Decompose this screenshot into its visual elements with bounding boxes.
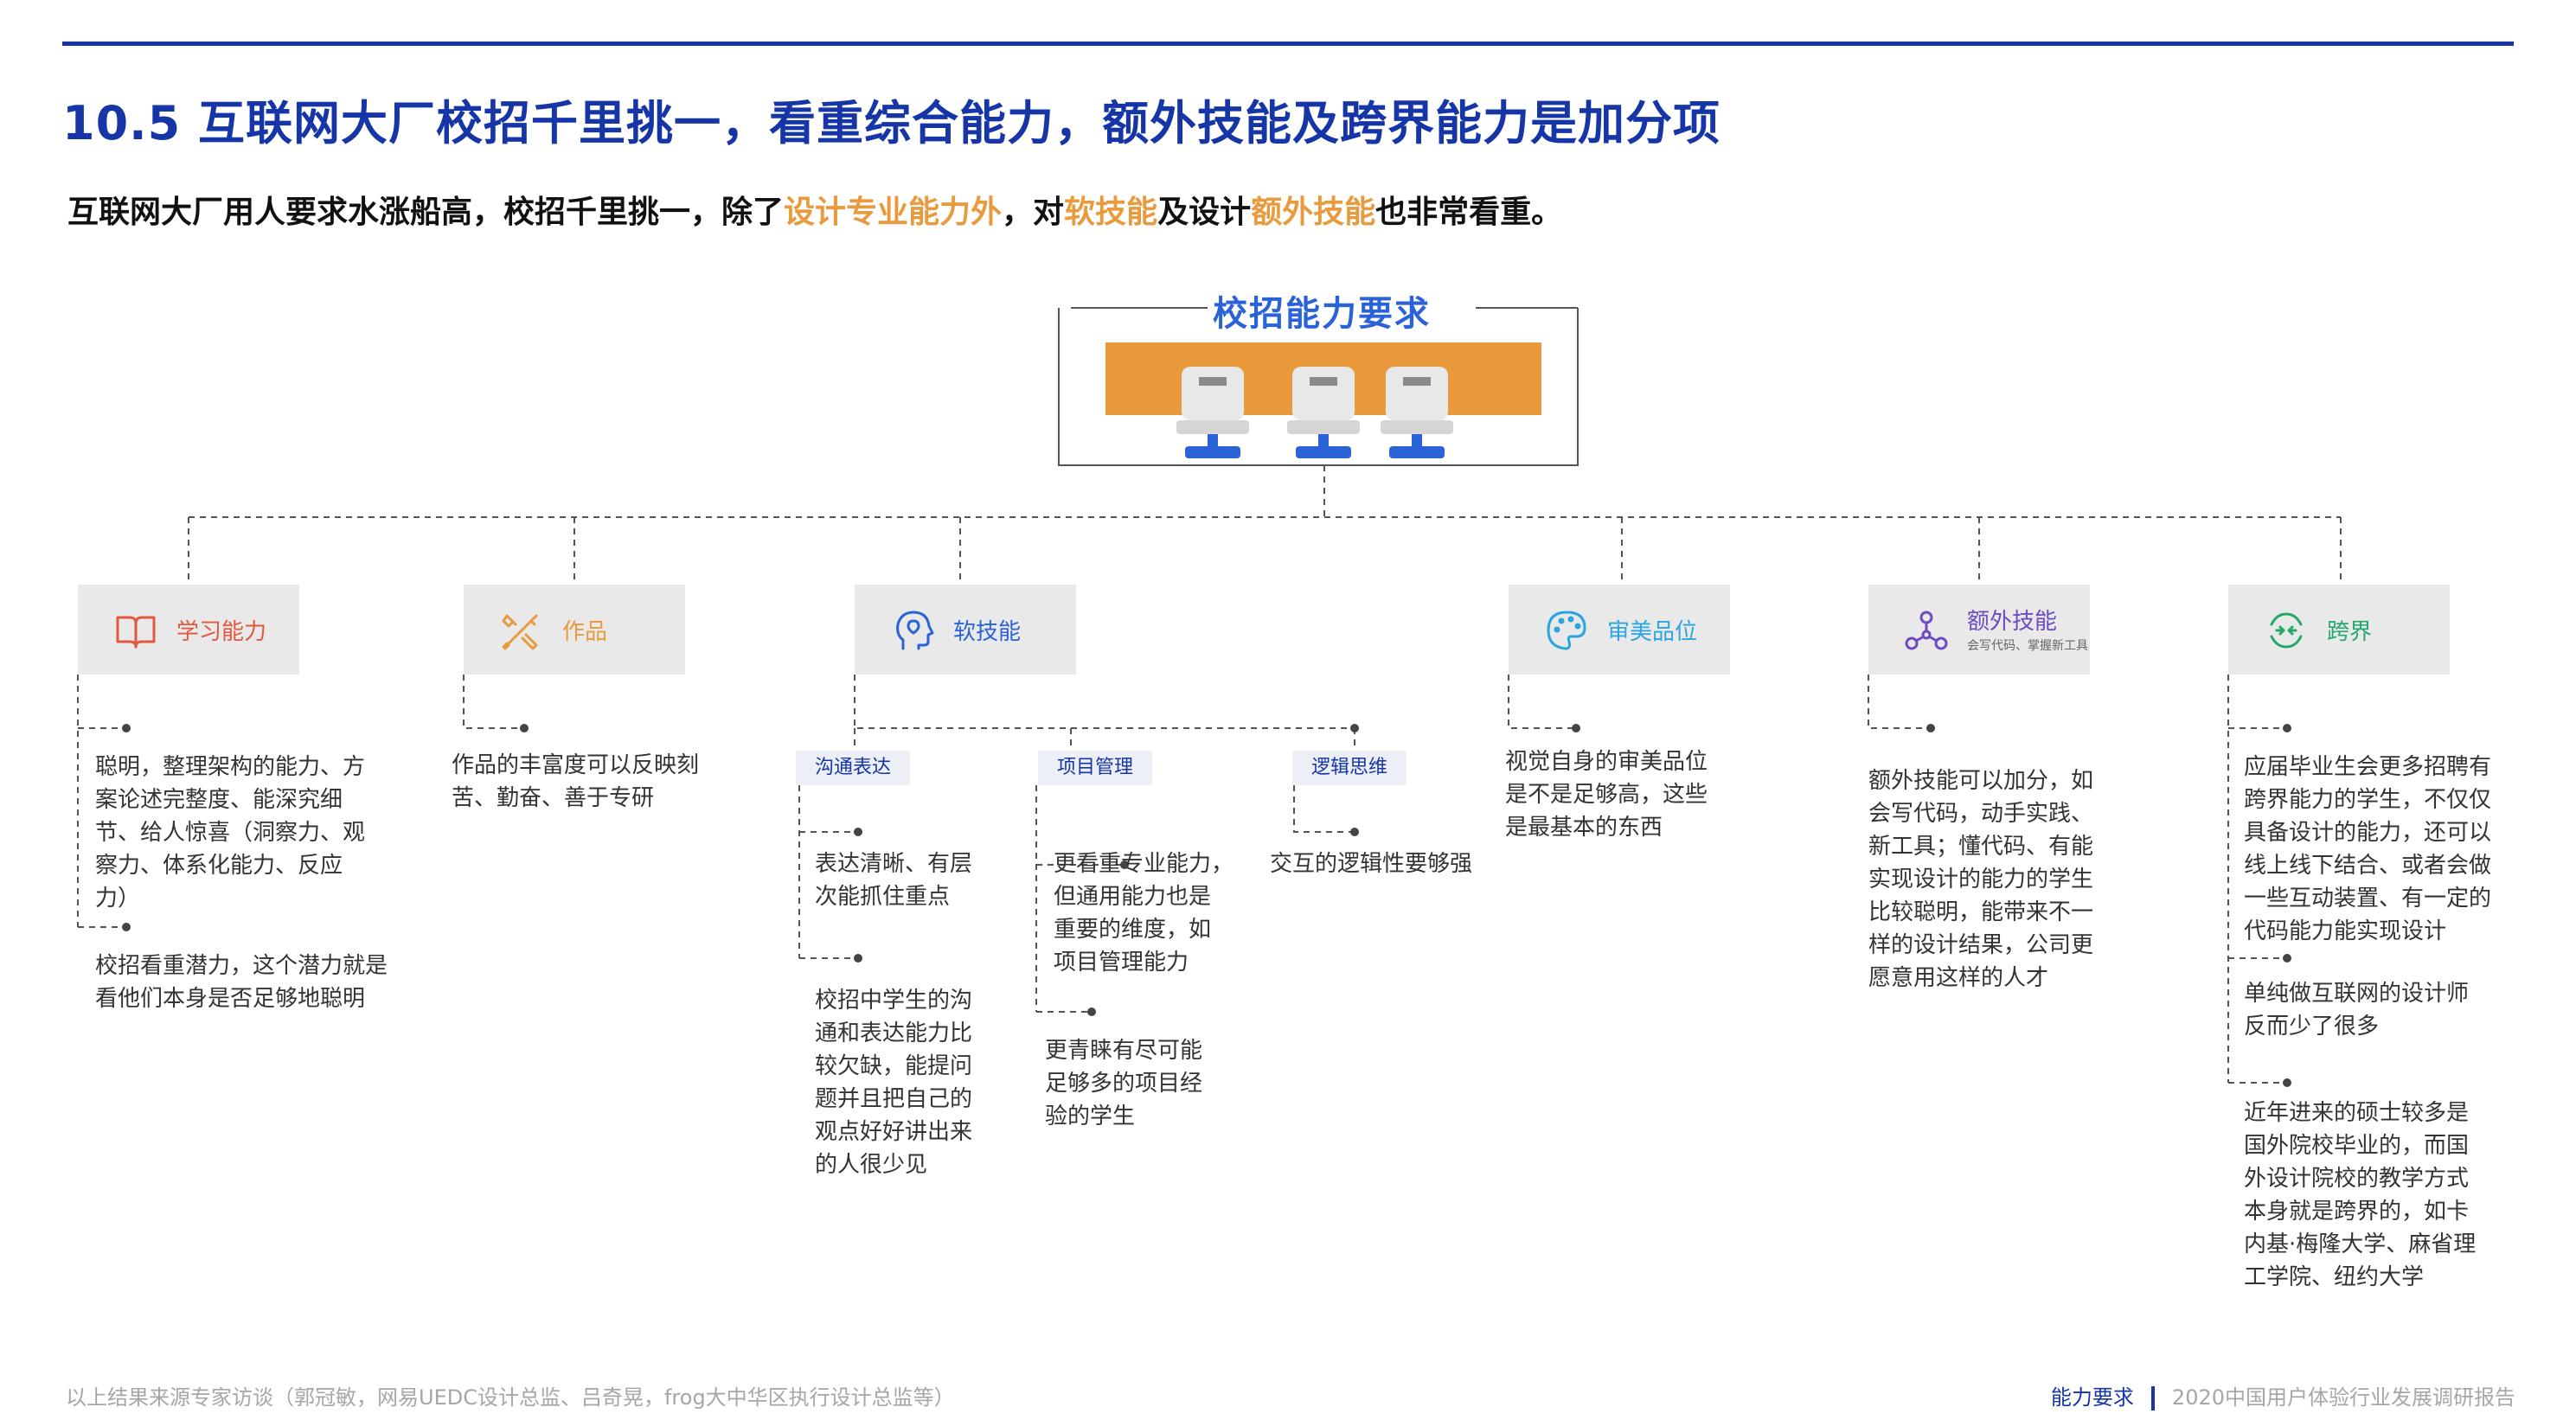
text-line: 新工具；懂代码、有能	[1868, 834, 2094, 860]
text-line: 线上线下结合、或者会做	[2244, 853, 2492, 879]
card-portfolio: 作品	[464, 585, 685, 675]
text-line: 校招中学生的沟	[815, 988, 973, 1014]
tag-communication: 沟通表达	[796, 751, 911, 785]
text-line: 视觉自身的审美品位	[1505, 749, 1708, 775]
tag-logical-thinking: 逻辑思维	[1292, 751, 1407, 785]
text-line: 但通用能力也是	[1054, 884, 1212, 910]
card-cross-domain: 跨界	[2228, 585, 2450, 675]
text-line: 的人很少见	[815, 1152, 928, 1178]
text-line: 本身就是跨界的，如卡	[2244, 1199, 2470, 1225]
text-line: 工学院、纽约大学	[2244, 1264, 2425, 1290]
text-line: 更青睐有尽可能	[1045, 1038, 1203, 1064]
network-icon	[1905, 611, 1948, 650]
cross-domain-text-2: 单纯做互联网的设计师 反而少了很多	[2244, 977, 2469, 1043]
extra-skills-text-1: 额外技能可以加分，如 会写代码，动手实践、 新工具；懂代码、有能 实现设计的能力的学生…	[1868, 764, 2093, 995]
card-soft-skills-label: 软技能	[953, 619, 1022, 645]
text-line: 是不是足够高，这些	[1505, 782, 1708, 808]
learning-text-2: 校招看重潜力，这个潜力就是 看他们本身是否足够地聪明	[95, 950, 388, 1015]
text-line: 察力、体系化能力、反应	[95, 853, 343, 879]
text-line: 次能抓住重点	[815, 884, 951, 910]
text-line: 更看重专业能力，	[1054, 851, 1234, 877]
text-line: 看他们本身是否足够地聪明	[95, 986, 366, 1012]
portfolio-text-1: 作品的丰富度可以反映刻 苦、勤奋、善于专研	[452, 749, 699, 815]
text-line: 交互的逻辑性要够强	[1270, 851, 1473, 877]
text-line: 愿意用这样的人才	[1868, 965, 2049, 991]
text-line: 国外院校毕业的，而国	[2244, 1133, 2470, 1159]
aesthetics-text-1: 视觉自身的审美品位 是不是足够高，这些 是最基本的东西	[1505, 745, 1708, 844]
footer-report-name: 2020中国用户体验行业发展调研报告	[2171, 1385, 2515, 1410]
logic-text-1: 交互的逻辑性要够强	[1270, 848, 1472, 880]
card-aesthetics-label: 审美品位	[1607, 619, 1698, 645]
text-line: 额外技能可以加分，如	[1868, 768, 2094, 794]
text-line: 项目管理能力	[1054, 950, 1189, 975]
project-text-1: 更看重专业能力， 但通用能力也是 重要的维度，如 项目管理能力	[1054, 848, 1234, 979]
cross-arrows-icon	[2270, 612, 2303, 649]
footer-section: 能力要求	[2050, 1385, 2134, 1410]
text-line: 作品的丰富度可以反映刻	[452, 752, 700, 778]
card-extra-skills: 额外技能 会写代码、掌握新工具	[1868, 585, 2090, 675]
text-line: 外设计院校的教学方式	[2244, 1166, 2470, 1192]
cross-domain-text-1: 应届毕业生会更多招聘有 跨界能力的学生，不仅仅 具备设计的能力，还可以 线上线下结合、…	[2244, 751, 2491, 948]
cross-domain-text-3: 近年进来的硕士较多是 国外院校毕业的，而国 外设计院校的教学方式 本身就是跨界的，如卡…	[2244, 1097, 2476, 1294]
footer-divider	[2150, 1386, 2155, 1410]
text-line: 单纯做互联网的设计师	[2244, 981, 2470, 1007]
text-line: 通和表达能力比	[815, 1020, 973, 1046]
book-icon	[116, 616, 156, 649]
card-aesthetics: 审美品位	[1509, 585, 1730, 675]
interview-table-illustration	[1105, 342, 1541, 458]
text-line: 实现设计的能力的学生	[1868, 867, 2094, 892]
communication-text-1: 表达清晰、有层 次能抓住重点	[815, 848, 972, 913]
tools-icon	[502, 614, 538, 650]
text-line: 力）	[95, 886, 141, 911]
text-line: 内基·梅隆大学、麻省理	[2244, 1231, 2477, 1257]
text-line: 近年进来的硕士较多是	[2244, 1100, 2470, 1126]
text-line: 案论述完整度、能深究细	[95, 787, 343, 813]
learning-text-1: 聪明，整理架构的能力、方 案论述完整度、能深究细 节、给人惊喜（洞察力、观 察力、体系…	[95, 751, 365, 915]
chair-icon	[1381, 367, 1453, 458]
text-line: 样的设计结果，公司更	[1868, 932, 2094, 958]
text-line: 足够多的项目经	[1045, 1071, 1203, 1097]
card-cross-domain-label: 跨界	[2327, 619, 2373, 645]
text-line: 题并且把自己的	[815, 1086, 973, 1112]
card-extra-skills-sublabel: 会写代码、掌握新工具	[1967, 639, 2088, 653]
card-extra-skills-label: 额外技能	[1967, 609, 2058, 635]
text-line: 重要的维度，如	[1054, 917, 1212, 943]
text-line: 观点好好讲出来	[815, 1119, 973, 1145]
center-title: 校招能力要求	[1213, 294, 1431, 334]
source-note: 以上结果来源专家访谈（郭冠敏，网易UEDC设计总监、吕奇晃，frog大中华区执行…	[66, 1385, 955, 1410]
text-line: 验的学生	[1045, 1103, 1136, 1129]
text-line: 反而少了很多	[2244, 1014, 2380, 1039]
footer-right: 能力要求 2020中国用户体验行业发展调研报告	[2051, 1380, 2515, 1410]
text-line: 代码能力能实现设计	[2244, 918, 2447, 944]
card-soft-skills: 软技能	[855, 585, 1076, 675]
text-line: 一些互动装置、有一定的	[2244, 886, 2492, 911]
text-line: 节、给人惊喜（洞察力、观	[95, 820, 366, 846]
head-icon	[896, 611, 934, 650]
card-portfolio-label: 作品	[562, 619, 608, 645]
communication-text-2: 校招中学生的沟 通和表达能力比 较欠缺，能提问 题并且把自己的 观点好好讲出来 的人很少见	[815, 984, 972, 1181]
text-line: 表达清晰、有层	[815, 851, 973, 877]
text-line: 会写代码，动手实践、	[1868, 801, 2094, 827]
text-line: 较欠缺，能提问	[815, 1053, 973, 1079]
text-line: 聪明，整理架构的能力、方	[95, 754, 366, 780]
tag-project-management: 项目管理	[1038, 751, 1153, 785]
palette-icon	[1547, 611, 1586, 650]
text-line: 是最基本的东西	[1505, 815, 1663, 841]
chair-icon	[1176, 367, 1249, 458]
project-text-2: 更青睐有尽可能 足够多的项目经 验的学生	[1045, 1034, 1202, 1133]
card-learning: 学习能力	[78, 585, 299, 675]
text-line: 苦、勤奋、善于专研	[452, 785, 655, 811]
connector-lines	[77, 307, 2342, 1087]
text-line: 校招看重潜力，这个潜力就是	[95, 953, 388, 979]
chair-icon	[1287, 367, 1360, 458]
text-line: 比较聪明，能带来不一	[1868, 899, 2094, 925]
text-line: 跨界能力的学生，不仅仅	[2244, 787, 2492, 813]
text-line: 应届毕业生会更多招聘有	[2244, 754, 2492, 780]
text-line: 具备设计的能力，还可以	[2244, 820, 2492, 846]
card-learning-label: 学习能力	[176, 619, 267, 645]
